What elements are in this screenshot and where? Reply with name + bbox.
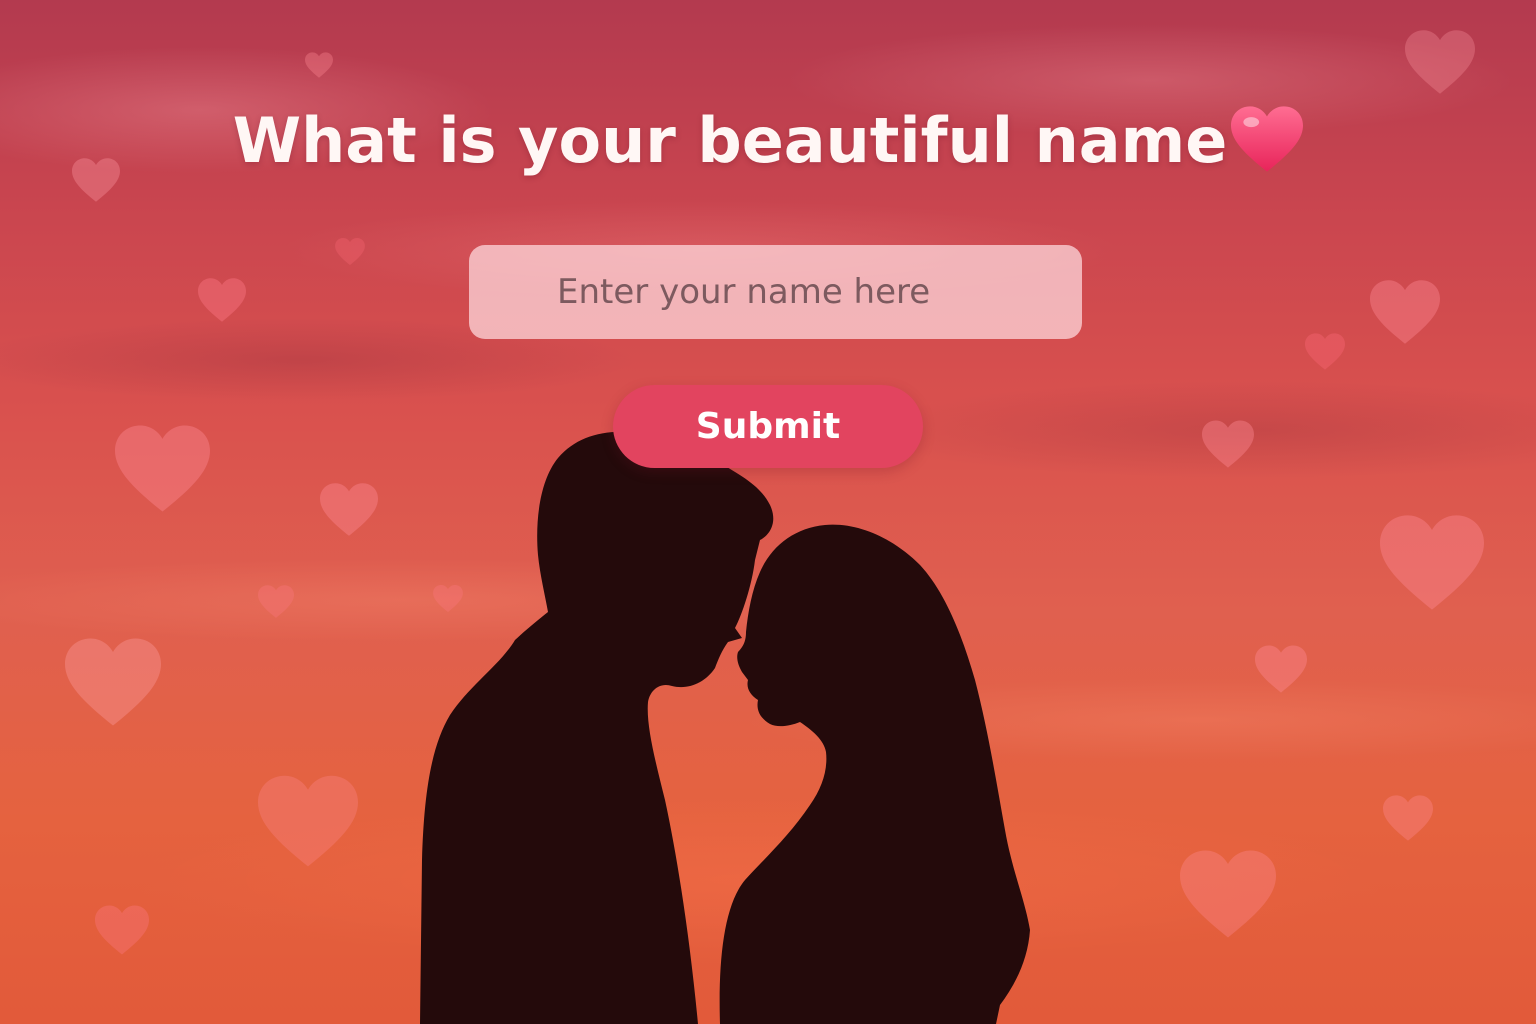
background-scene: What is your beautiful name Submit (0, 0, 1536, 1024)
page-title: What is your beautiful name (232, 104, 1228, 177)
name-input[interactable] (469, 245, 1082, 339)
title-row: What is your beautiful name (0, 104, 1536, 177)
heart-emoji-icon (1231, 106, 1304, 172)
submit-button[interactable]: Submit (613, 385, 923, 468)
